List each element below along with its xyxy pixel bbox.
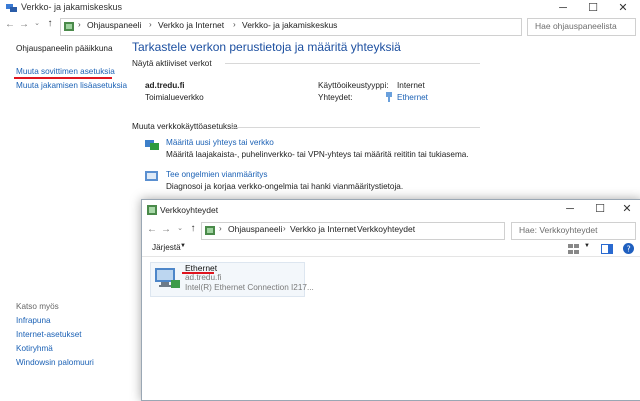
breadcrumb-network-internet[interactable]: Verkko ja Internet	[290, 224, 356, 234]
breadcrumb-network-connections[interactable]: Verkkoyhteydet	[357, 224, 415, 234]
sidebar-home-link[interactable]: Ohjauspaneelin pääikkuna	[16, 44, 113, 53]
network-type: Toimialueverkko	[145, 93, 204, 102]
sidebar-link-change-adapter[interactable]: Muuta sovittimen asetuksia	[16, 67, 115, 76]
chevron-down-icon[interactable]: ▼	[584, 243, 590, 249]
address-separator: ›	[219, 224, 222, 233]
see-also-firewall[interactable]: Windowsin palomuuri	[16, 358, 94, 367]
network-connections-icon	[147, 205, 157, 215]
sidebar-link-sharing-settings[interactable]: Muuta jakamisen lisäasetuksia	[16, 81, 127, 90]
command-bar: Järjestä ▼ ▼ ?	[142, 241, 640, 257]
svg-text:?: ?	[627, 245, 631, 254]
network-name: ad.tredu.fi	[145, 81, 185, 90]
red-underline	[182, 272, 214, 274]
troubleshoot-icon	[145, 171, 158, 181]
up-arrow-icon[interactable]: ↑	[187, 223, 199, 234]
forward-arrow-icon[interactable]: →	[160, 224, 172, 235]
see-also-homegroup[interactable]: Kotiryhmä	[16, 344, 53, 353]
chevron-down-icon[interactable]: ⌄	[174, 224, 186, 232]
title-bar: Verkko- ja jakamiskeskus ─ ☐ ✕	[0, 0, 640, 17]
forward-arrow-icon[interactable]: →	[18, 19, 30, 30]
network-center-icon	[6, 4, 17, 12]
see-also-title: Katso myös	[16, 302, 59, 311]
back-arrow-icon[interactable]: ←	[146, 224, 158, 235]
minimize-button[interactable]: ─	[555, 200, 585, 219]
address-separator: ›	[233, 20, 236, 29]
chevron-down-icon: ▼	[180, 243, 186, 249]
close-button[interactable]: ✕	[608, 0, 638, 17]
control-panel-icon	[64, 22, 74, 31]
window-title: Verkkoyhteydet	[160, 205, 219, 215]
search-input[interactable]: Hae: Verkkoyhteydet	[511, 222, 636, 240]
adapter-device: Intel(R) Ethernet Connection I217...	[185, 283, 314, 292]
connections-ethernet-link[interactable]: Ethernet	[397, 93, 428, 102]
ethernet-adapter[interactable]: Ethernet ad.tredu.fi Intel(R) Ethernet C…	[150, 262, 314, 297]
address-bar[interactable]: › Ohjauspaneeli › Verkko ja Internet › V…	[60, 18, 522, 36]
troubleshoot-desc: Diagnosoi ja korjaa verkko-ongelmia tai …	[166, 182, 404, 191]
maximize-button[interactable]: ☐	[585, 200, 615, 219]
adapter-network: ad.tredu.fi	[185, 273, 222, 282]
network-connections-window: Verkkoyhteydet ─ ☐ ✕ ← → ⌄ ↑ › Ohjauspan…	[141, 199, 640, 401]
address-bar[interactable]: › Ohjauspaneeli › Verkko ja Internet › V…	[201, 222, 505, 240]
setup-connection-link[interactable]: Määritä uusi yhteys tai verkko	[166, 138, 274, 147]
divider	[225, 63, 480, 64]
search-placeholder: Hae: Verkkoyhteydet	[519, 225, 598, 235]
control-panel-icon	[205, 226, 215, 235]
network-adapter-icon	[155, 268, 180, 288]
see-also-internet-options[interactable]: Internet-asetukset	[16, 330, 82, 339]
breadcrumb-control-panel[interactable]: Ohjauspaneeli	[228, 224, 282, 234]
address-separator: ›	[283, 224, 286, 233]
new-connection-icon	[145, 140, 159, 150]
divider	[232, 127, 480, 128]
maximize-button[interactable]: ☐	[578, 0, 608, 17]
address-separator: ›	[78, 20, 81, 29]
view-options-icon[interactable]	[568, 244, 579, 254]
window-title: Verkko- ja jakamiskeskus	[21, 2, 123, 12]
organize-menu[interactable]: Järjestä	[152, 243, 181, 252]
access-type-label: Käyttöoikeustyyppi:	[318, 81, 389, 90]
ethernet-icon	[386, 92, 392, 102]
breadcrumb-network-internet[interactable]: Verkko ja Internet	[158, 20, 224, 30]
search-input[interactable]: Hae ohjauspaneelista	[527, 18, 636, 36]
address-separator: ›	[149, 20, 152, 29]
troubleshoot-link[interactable]: Tee ongelmien vianmääritys	[166, 170, 267, 179]
active-networks-title: Näytä aktiiviset verkot	[132, 59, 212, 68]
red-underline	[14, 77, 112, 79]
breadcrumb-network-sharing-center[interactable]: Verkko- ja jakamiskeskus	[242, 20, 337, 30]
navigation-bar: ← → ⌄ ↑ › Ohjauspaneeli › Verkko ja Inte…	[0, 17, 640, 37]
address-separator: ›	[349, 224, 352, 233]
chevron-down-icon[interactable]: ⌄	[31, 19, 43, 27]
search-placeholder: Hae ohjauspaneelista	[535, 21, 617, 31]
preview-pane-icon[interactable]	[601, 244, 613, 254]
setup-connection-desc: Määritä laajakaista-, puhelinverkko- tai…	[166, 150, 469, 159]
change-settings-title: Muuta verkkokäyttöasetuksia	[132, 122, 238, 131]
see-also-infrared[interactable]: Infrapuna	[16, 316, 51, 325]
help-icon[interactable]: ?	[623, 243, 634, 254]
minimize-button[interactable]: ─	[548, 0, 578, 17]
access-type-value: Internet	[397, 81, 425, 90]
up-arrow-icon[interactable]: ↑	[44, 18, 56, 29]
back-arrow-icon[interactable]: ←	[4, 19, 16, 30]
breadcrumb-control-panel[interactable]: Ohjauspaneeli	[87, 20, 141, 30]
connections-label: Yhteydet:	[318, 93, 353, 102]
page-title: Tarkastele verkon perustietoja ja määrit…	[132, 40, 401, 54]
close-button[interactable]: ✕	[612, 200, 640, 219]
